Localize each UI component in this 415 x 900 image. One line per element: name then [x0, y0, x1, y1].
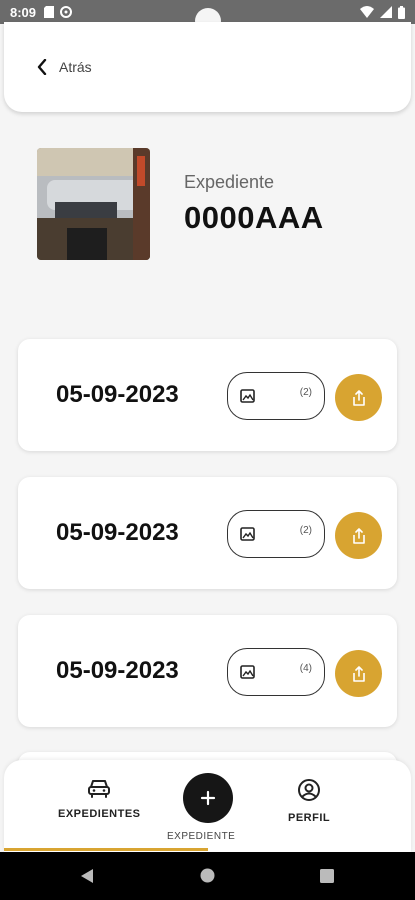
plus-icon	[200, 790, 216, 806]
photo-count: (4)	[299, 663, 312, 674]
vehicle-photo	[37, 148, 150, 260]
home-circle-icon[interactable]	[200, 868, 215, 883]
header: Atrás	[4, 22, 411, 112]
share-button[interactable]	[335, 512, 382, 559]
photos-button[interactable]: (2)	[227, 372, 325, 420]
record-card[interactable]: 05-09-2023 (2)	[18, 339, 397, 451]
record-date: 05-09-2023	[56, 381, 179, 408]
share-button[interactable]	[335, 650, 382, 697]
photos-button[interactable]: (2)	[227, 510, 325, 558]
share-icon	[352, 665, 365, 682]
photo-count: (2)	[299, 387, 312, 398]
user-circle-icon	[298, 779, 321, 801]
record-date: 05-09-2023	[56, 519, 179, 546]
image-icon	[240, 527, 255, 541]
chevron-left-icon	[37, 59, 47, 75]
image-icon	[240, 665, 255, 679]
bottom-nav: EXPEDIENTES EXPEDIENTE PERFIL	[4, 760, 411, 852]
share-icon	[352, 389, 365, 406]
photo-count: (2)	[299, 525, 312, 536]
active-tab-indicator	[4, 848, 208, 851]
status-time: 8:09	[10, 4, 37, 20]
nav-expedientes-label: EXPEDIENTES	[58, 808, 141, 820]
share-button[interactable]	[335, 374, 382, 421]
nav-expedientes[interactable]: EXPEDIENTES	[58, 778, 141, 820]
image-icon	[240, 389, 255, 403]
sync-icon	[60, 6, 73, 18]
car-icon	[88, 780, 111, 798]
back-triangle-icon[interactable]	[80, 868, 94, 884]
photos-button[interactable]: (4)	[227, 648, 325, 696]
wifi-icon	[360, 6, 374, 18]
nav-perfil-label: PERFIL	[288, 812, 331, 824]
sd-card-icon	[44, 6, 55, 18]
nav-perfil[interactable]: PERFIL	[288, 778, 330, 824]
record-card[interactable]: 05-09-2023 (2)	[18, 477, 397, 589]
share-icon	[352, 527, 365, 544]
vehicle-label: Expediente	[184, 172, 275, 192]
recents-square-icon[interactable]	[320, 869, 334, 883]
record-card[interactable]: 05-09-2023 (4)	[18, 615, 397, 727]
battery-icon	[398, 5, 405, 19]
vehicle-plate: 0000AAA	[184, 200, 324, 235]
add-expediente-button[interactable]	[183, 773, 233, 823]
signal-icon	[380, 6, 392, 18]
back-label: Atrás	[59, 59, 92, 75]
back-button[interactable]: Atrás	[37, 59, 92, 75]
system-nav-bar	[0, 852, 415, 900]
record-date: 05-09-2023	[56, 657, 179, 684]
add-expediente-label: EXPEDIENTE	[167, 831, 236, 842]
